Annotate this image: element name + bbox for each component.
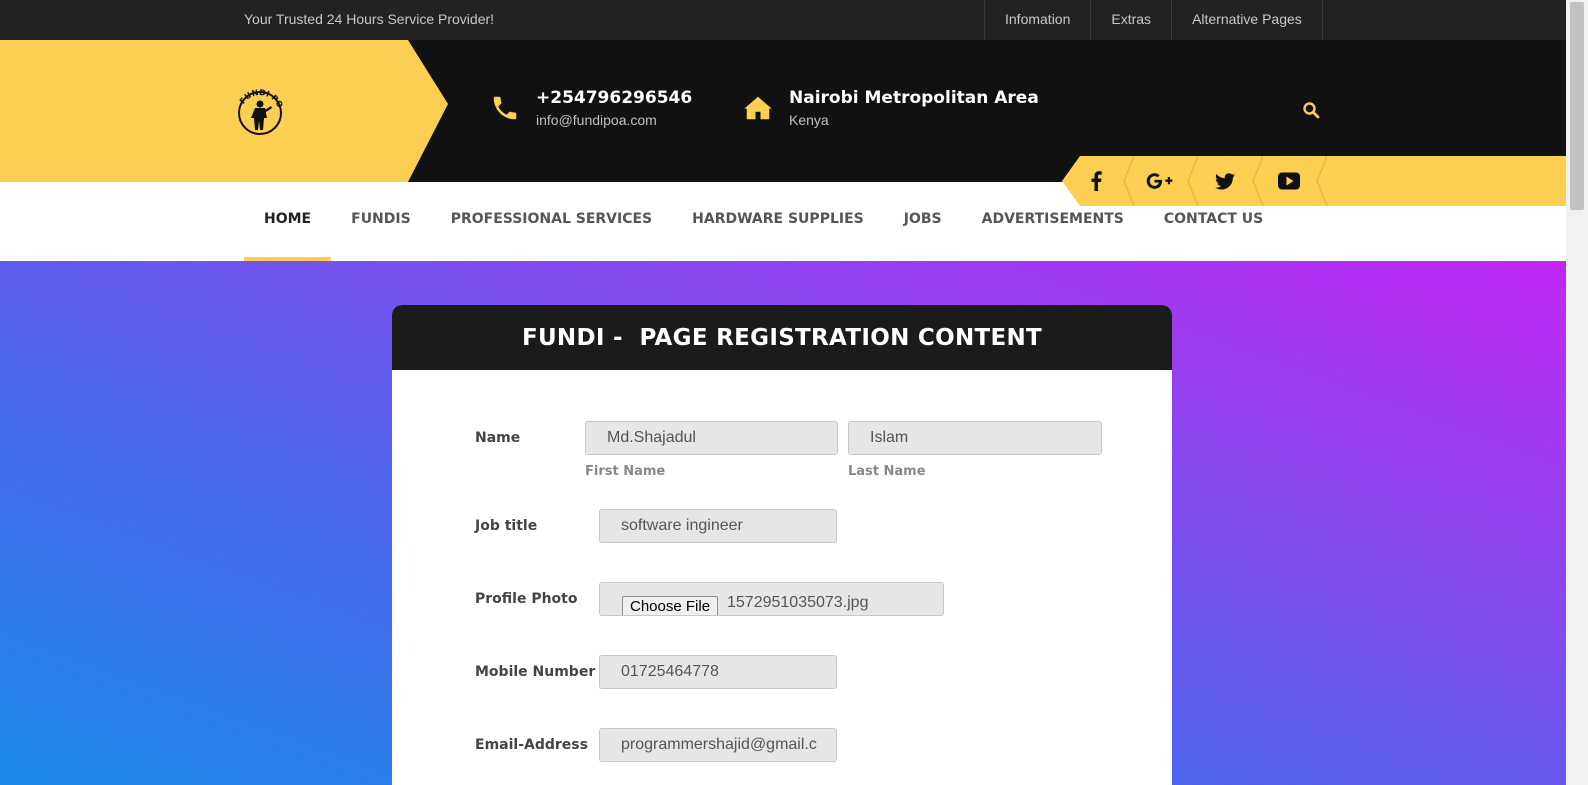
nav-item-jobs[interactable]: JOBS [884,182,962,261]
twitter-icon [1215,172,1235,189]
main-content: FUNDI - PAGE REGISTRATION CONTENT Name M… [0,261,1566,785]
email-address-label: Email-Address [475,737,588,753]
file-name: 1572951035073.jpg [727,594,869,611]
location-name: Nairobi Metropolitan Area [789,88,1039,108]
last-name-caption: Last Name [848,464,926,479]
tagline: Your Trusted 24 Hours Service Provider! [244,11,495,27]
choose-file-button[interactable]: Choose File [622,596,719,615]
top-link-information[interactable]: Infomation [985,0,1092,40]
search-icon[interactable] [1302,101,1320,119]
youtube-icon [1278,172,1300,190]
nav-item-professional-services[interactable]: PROFESSIONAL SERVICES [431,182,672,261]
job-title-label: Job title [475,518,538,534]
google-plus-link[interactable] [1128,156,1192,206]
last-name-input[interactable]: Islam [848,421,1102,455]
google-plus-icon [1146,173,1173,189]
top-bar: Your Trusted 24 Hours Service Provider! … [0,0,1566,40]
logo-icon[interactable]: FUNDI POA [236,86,284,136]
form-title: FUNDI - PAGE REGISTRATION CONTENT [521,324,1043,351]
facebook-icon [1091,171,1102,191]
top-link-extras[interactable]: Extras [1091,0,1173,40]
mobile-number-label: Mobile Number [475,664,596,680]
profile-photo-input[interactable]: Choose File 1572951035073.jpg [599,582,944,616]
top-link-alternative-pages[interactable]: Alternative Pages [1172,0,1323,40]
profile-photo-label: Profile Photo [475,591,578,607]
youtube-link[interactable] [1257,156,1321,206]
mobile-number-input[interactable]: 01725464778 [599,655,837,689]
top-links: Infomation Extras Alternative Pages [984,0,1323,40]
card-header: FUNDI - PAGE REGISTRATION CONTENT [392,305,1172,370]
job-title-input[interactable]: software ingineer [599,509,837,543]
twitter-link[interactable] [1193,156,1257,206]
page-scrollbar[interactable] [1566,0,1588,785]
email-address[interactable]: info@fundipoa.com [536,112,692,128]
first-name-caption: First Name [585,464,666,479]
location-contact: Nairobi Metropolitan Area Kenya [743,88,1039,128]
registration-card: FUNDI - PAGE REGISTRATION CONTENT Name M… [392,305,1172,785]
nav-item-fundis[interactable]: FUNDIS [331,182,431,261]
logo-panel [0,40,448,182]
first-name-input[interactable]: Md.Shajadul [585,421,838,455]
phone-contact: +254796296546 info@fundipoa.com [490,88,692,128]
name-label: Name [475,430,521,446]
nav-item-home[interactable]: HOME [244,182,332,261]
social-divider [1316,156,1328,206]
home-icon [744,96,772,120]
phone-number[interactable]: +254796296546 [536,88,692,108]
scrollbar-thumb[interactable] [1570,2,1584,210]
email-address-input[interactable]: programmershajid@gmail.c [599,728,837,762]
nav-item-hardware-supplies[interactable]: HARDWARE SUPPLIES [672,182,884,261]
phone-icon [493,96,517,120]
location-country: Kenya [789,112,829,128]
social-bar [1062,156,1566,206]
